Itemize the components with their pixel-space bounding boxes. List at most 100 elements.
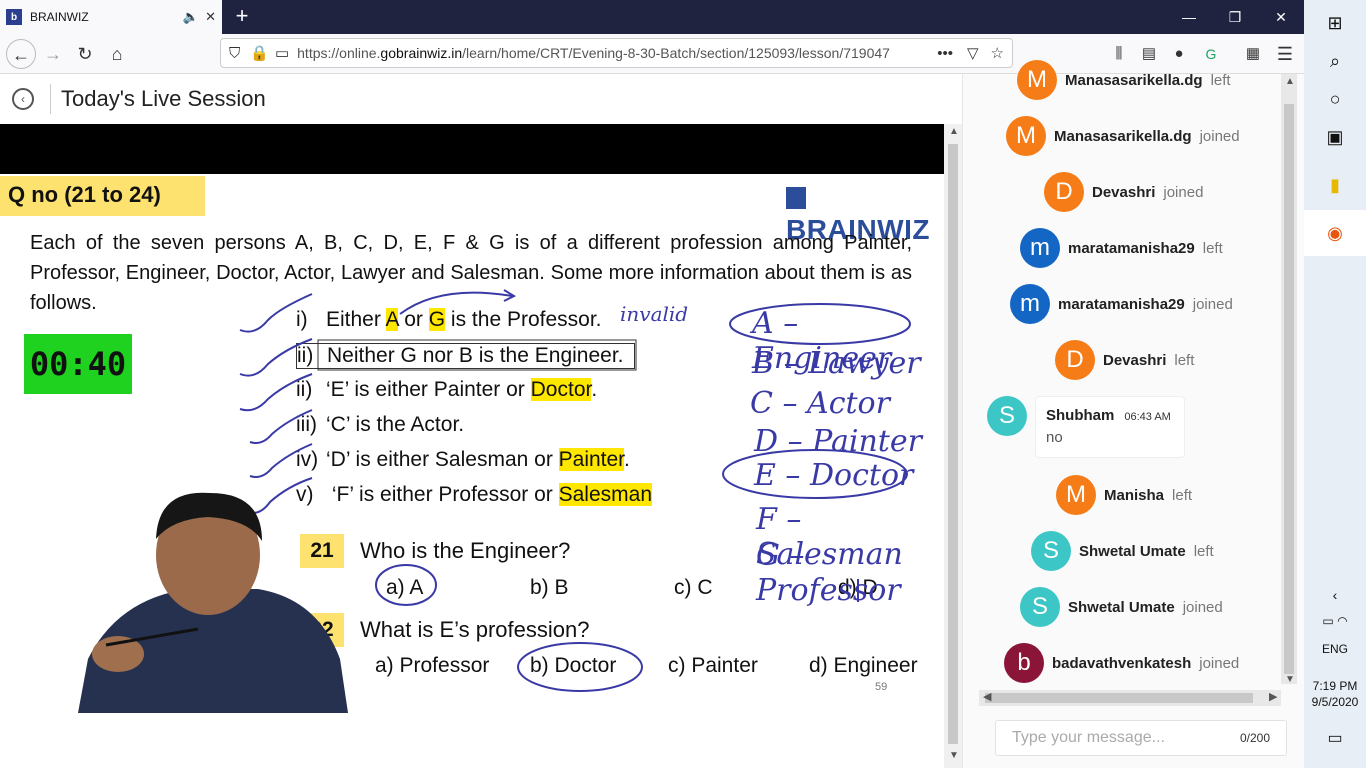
handwritten-assignment: E – Doctor (754, 458, 914, 493)
close-tab-icon[interactable]: ✕ (205, 9, 216, 25)
presenter-video-feed (78, 492, 348, 713)
file-explorer-icon[interactable]: ▮ (1304, 162, 1366, 208)
handwritten-note: invalid (620, 302, 689, 326)
user-name: Manasasarikella.dg (1054, 127, 1192, 145)
chat-scroll-thumb[interactable] (1284, 104, 1294, 674)
message-time: 06:43 AM (1124, 411, 1171, 423)
menu-icon[interactable]: ☰ (1270, 39, 1300, 69)
forward-button[interactable]: → (38, 39, 68, 69)
activity-status: joined (1199, 654, 1240, 672)
activity-status: left (1174, 351, 1195, 369)
bookmark-star-icon[interactable]: ☆ (991, 44, 1004, 62)
language-indicator[interactable]: ENG (1304, 626, 1366, 672)
chat-message: S (987, 396, 1035, 436)
system-clock[interactable]: 7:19 PM 9/5/2020 (1304, 678, 1366, 710)
avatar: M (1056, 475, 1096, 515)
video-player[interactable]: Q no (21 to 24) BRAINWIZ Each of the sev… (0, 124, 944, 713)
activity-status: left (1210, 71, 1231, 89)
user-name: maratamanisha29 (1068, 239, 1195, 257)
avatar: m (1010, 284, 1050, 324)
url-prefix: https://online. (297, 45, 381, 61)
firefox-icon[interactable]: ◉ (1304, 210, 1366, 256)
chat-activity-item: b badavathvenkatesh joined (1004, 643, 1239, 683)
chat-activity-item: m maratamanisha29 left (1020, 228, 1223, 268)
restore-button[interactable]: ❐ (1212, 0, 1258, 34)
user-name: Manasasarikella.dg (1065, 71, 1203, 89)
divider (50, 84, 51, 114)
avatar: S (987, 396, 1027, 436)
chat-activity-item: S Shwetal Umate joined (1020, 587, 1223, 627)
avatar: S (1031, 531, 1071, 571)
url-domain: gobrainwiz.in (380, 45, 463, 61)
page-scrollbar[interactable]: ▲ ▼ (944, 124, 962, 768)
chat-activity-item: M Manisha left (1056, 475, 1192, 515)
extensions-icon[interactable]: ▦ (1238, 39, 1268, 69)
activity-status: left (1202, 239, 1223, 257)
windows-taskbar: ⊞ ⌕ ○ ▣ ▮ ◉ ‹ ▭ ◠ ENG 7:19 PM 9/5/2020 ▭ (1304, 0, 1366, 768)
browser-tab-bar: b BRAINWIZ 🔈 ✕ + — ❐ ✕ (0, 0, 1304, 34)
avatar: D (1055, 340, 1095, 380)
chat-hscroll-thumb[interactable] (985, 693, 1253, 703)
reload-button[interactable]: ↻ (70, 39, 100, 69)
activity-status: joined (1163, 183, 1204, 201)
activity-status: joined (1199, 127, 1240, 145)
character-count: 0/200 (1239, 731, 1270, 745)
home-button[interactable]: ⌂ (102, 39, 132, 69)
activity-status: joined (1192, 295, 1233, 313)
chat-activity-item: m maratamanisha29 joined (1010, 284, 1233, 324)
notification-icon[interactable]: ▭ (1304, 716, 1366, 762)
chat-activity-item: D Devashri joined (1044, 172, 1203, 212)
shield-icon[interactable]: ⛉ (229, 45, 240, 62)
url-path: /learn/home/CRT/Evening-8-30-Batch/secti… (462, 45, 890, 61)
avatar: S (1020, 587, 1060, 627)
scroll-up-icon[interactable]: ▲ (1285, 76, 1295, 87)
tab-title: BRAINWIZ (30, 10, 89, 24)
chat-activity-item: M Manasasarikella.dg left (1017, 60, 1231, 100)
lock-icon[interactable]: 🔒 (250, 44, 269, 62)
minimize-button[interactable]: — (1166, 0, 1212, 34)
user-name: maratamanisha29 (1058, 295, 1185, 313)
message-author: Shubham (1046, 407, 1115, 424)
message-bubble: Shubham 06:43 AM no (1035, 396, 1185, 458)
message-placeholder: Type your message... (1012, 729, 1165, 746)
page-title: Today's Live Session (61, 86, 266, 111)
back-button[interactable]: ← (6, 39, 36, 69)
chat-panel: M Manasasarikella.dg left M Manasasarike… (962, 60, 1304, 768)
handwritten-assignment: G – Professor (756, 538, 901, 608)
chat-activity-item: M Manasasarikella.dg joined (1006, 116, 1240, 156)
scroll-left-icon[interactable]: ◀ (983, 690, 991, 703)
avatar: M (1017, 60, 1057, 100)
clock-date: 9/5/2020 (1311, 695, 1359, 709)
avatar: m (1020, 228, 1060, 268)
scroll-down-icon[interactable]: ▼ (1285, 674, 1295, 685)
more-actions-icon[interactable]: ••• (937, 45, 953, 62)
page-header: ‹ Today's Live Session (0, 74, 962, 124)
handwritten-assignment: D – Painter (754, 424, 922, 459)
browser-tab[interactable]: b BRAINWIZ 🔈 ✕ (0, 0, 222, 34)
user-name: Shwetal Umate (1079, 542, 1186, 560)
permissions-icon[interactable]: ▭ (275, 44, 289, 62)
favicon-icon: b (6, 9, 22, 25)
message-text: no (1046, 429, 1063, 446)
url-bar[interactable]: ⛉ 🔒 ▭ https://online. gobrainwiz.in/learn… (220, 38, 1013, 68)
user-name: badavathvenkatesh (1052, 654, 1192, 672)
user-name: Devashri (1092, 183, 1156, 201)
activity-status: left (1172, 486, 1193, 504)
activity-status: joined (1182, 598, 1223, 616)
chat-activity-item: S Shwetal Umate left (1031, 531, 1214, 571)
user-name: Shwetal Umate (1068, 598, 1175, 616)
handwritten-assignment: C – Actor (750, 386, 890, 421)
back-arrow-icon[interactable]: ‹ (12, 88, 34, 110)
message-input[interactable]: Type your message... 0/200 (995, 720, 1287, 756)
avatar: D (1044, 172, 1084, 212)
user-name: Manisha (1104, 486, 1165, 504)
pocket-icon[interactable]: ▽ (967, 44, 979, 62)
close-window-button[interactable]: ✕ (1258, 0, 1304, 34)
chat-activity-item: D Devashri left (1055, 340, 1194, 380)
new-tab-button[interactable]: + (230, 3, 254, 29)
scroll-right-icon[interactable]: ▶ (1269, 690, 1277, 703)
task-view-icon[interactable]: ▣ (1304, 114, 1366, 160)
handwritten-assignment: B – Lawyer (752, 346, 921, 381)
avatar: b (1004, 643, 1044, 683)
speaker-icon[interactable]: 🔈 (183, 9, 199, 25)
